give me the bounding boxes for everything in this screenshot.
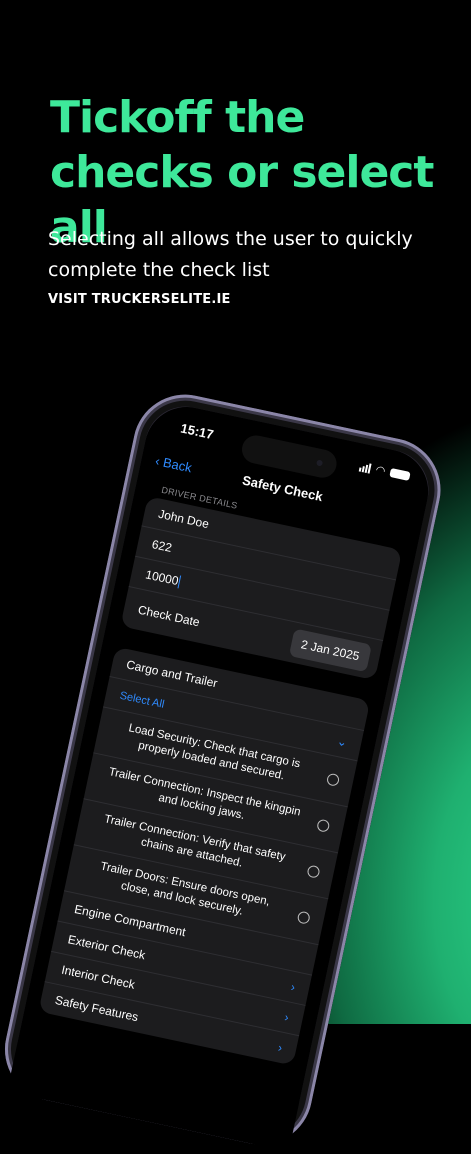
wifi-icon: ◠ — [374, 463, 387, 478]
battery-icon — [389, 467, 411, 481]
radio-button[interactable] — [296, 910, 311, 925]
status-icons: ◠ — [359, 460, 411, 483]
odometer-value: 10000 — [144, 567, 180, 589]
cargo-trailer-group: Cargo and Trailer Select All ⌄ Load Secu… — [38, 646, 371, 1066]
radio-button[interactable] — [325, 772, 341, 787]
select-all-button[interactable]: Select All — [119, 690, 166, 711]
radio-button[interactable] — [316, 818, 331, 833]
check-date-label: Check Date — [136, 602, 201, 630]
visit-website-text: VISIT TRUCKERSELITE.IE — [48, 292, 231, 307]
dynamic-island — [239, 432, 340, 481]
chevron-down-icon: ⌄ — [335, 733, 349, 750]
chevron-right-icon: › — [276, 1040, 284, 1055]
chevron-right-icon: › — [289, 979, 297, 995]
subtext: Selecting all allows the user to quickly… — [48, 228, 413, 281]
status-time: 15:17 — [179, 420, 215, 443]
camera-icon — [316, 459, 324, 467]
chevron-right-icon: › — [283, 1010, 291, 1025]
signal-icon — [359, 461, 373, 474]
driver-details-group: John Doe 622 10000 Check Date 2 Jan 2025 — [120, 496, 403, 681]
radio-button[interactable] — [306, 864, 321, 879]
